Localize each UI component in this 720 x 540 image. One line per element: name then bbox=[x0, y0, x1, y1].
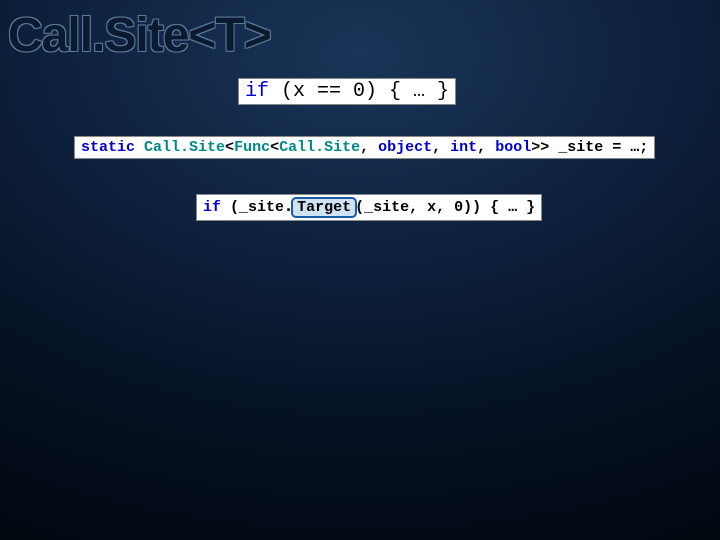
angle-open: < bbox=[270, 139, 279, 156]
code-text: (_site bbox=[221, 199, 284, 216]
keyword-if: if bbox=[245, 80, 269, 103]
code-snippet-invoke: if (_site.Target(_site, x, 0)) { … } bbox=[196, 194, 542, 221]
code-text: (x == 0) { … } bbox=[269, 80, 449, 103]
code-snippet-if: if (x == 0) { … } bbox=[238, 78, 456, 105]
open-paren: ( bbox=[355, 199, 364, 216]
angle-open: < bbox=[225, 139, 234, 156]
keyword-static: static bbox=[81, 139, 135, 156]
code-text: _site = …; bbox=[549, 139, 648, 156]
keyword-bool: bool bbox=[495, 139, 531, 156]
type-callsite: Call.Site bbox=[144, 139, 225, 156]
type-func: Func bbox=[234, 139, 270, 156]
space bbox=[135, 139, 144, 156]
comma: , bbox=[360, 139, 378, 156]
keyword-if: if bbox=[203, 199, 221, 216]
keyword-object: object bbox=[378, 139, 432, 156]
angle-close: >> bbox=[531, 139, 549, 156]
code-snippet-declaration: static Call.Site<Func<Call.Site, object,… bbox=[74, 136, 655, 159]
comma: , bbox=[477, 139, 495, 156]
highlight-target: Target bbox=[291, 197, 357, 218]
keyword-int: int bbox=[450, 139, 477, 156]
type-callsite-inner: Call.Site bbox=[279, 139, 360, 156]
slide-title: Call.Site<T> bbox=[8, 8, 271, 63]
comma: , bbox=[432, 139, 450, 156]
code-text: _site, x, 0)) { … } bbox=[364, 199, 535, 216]
